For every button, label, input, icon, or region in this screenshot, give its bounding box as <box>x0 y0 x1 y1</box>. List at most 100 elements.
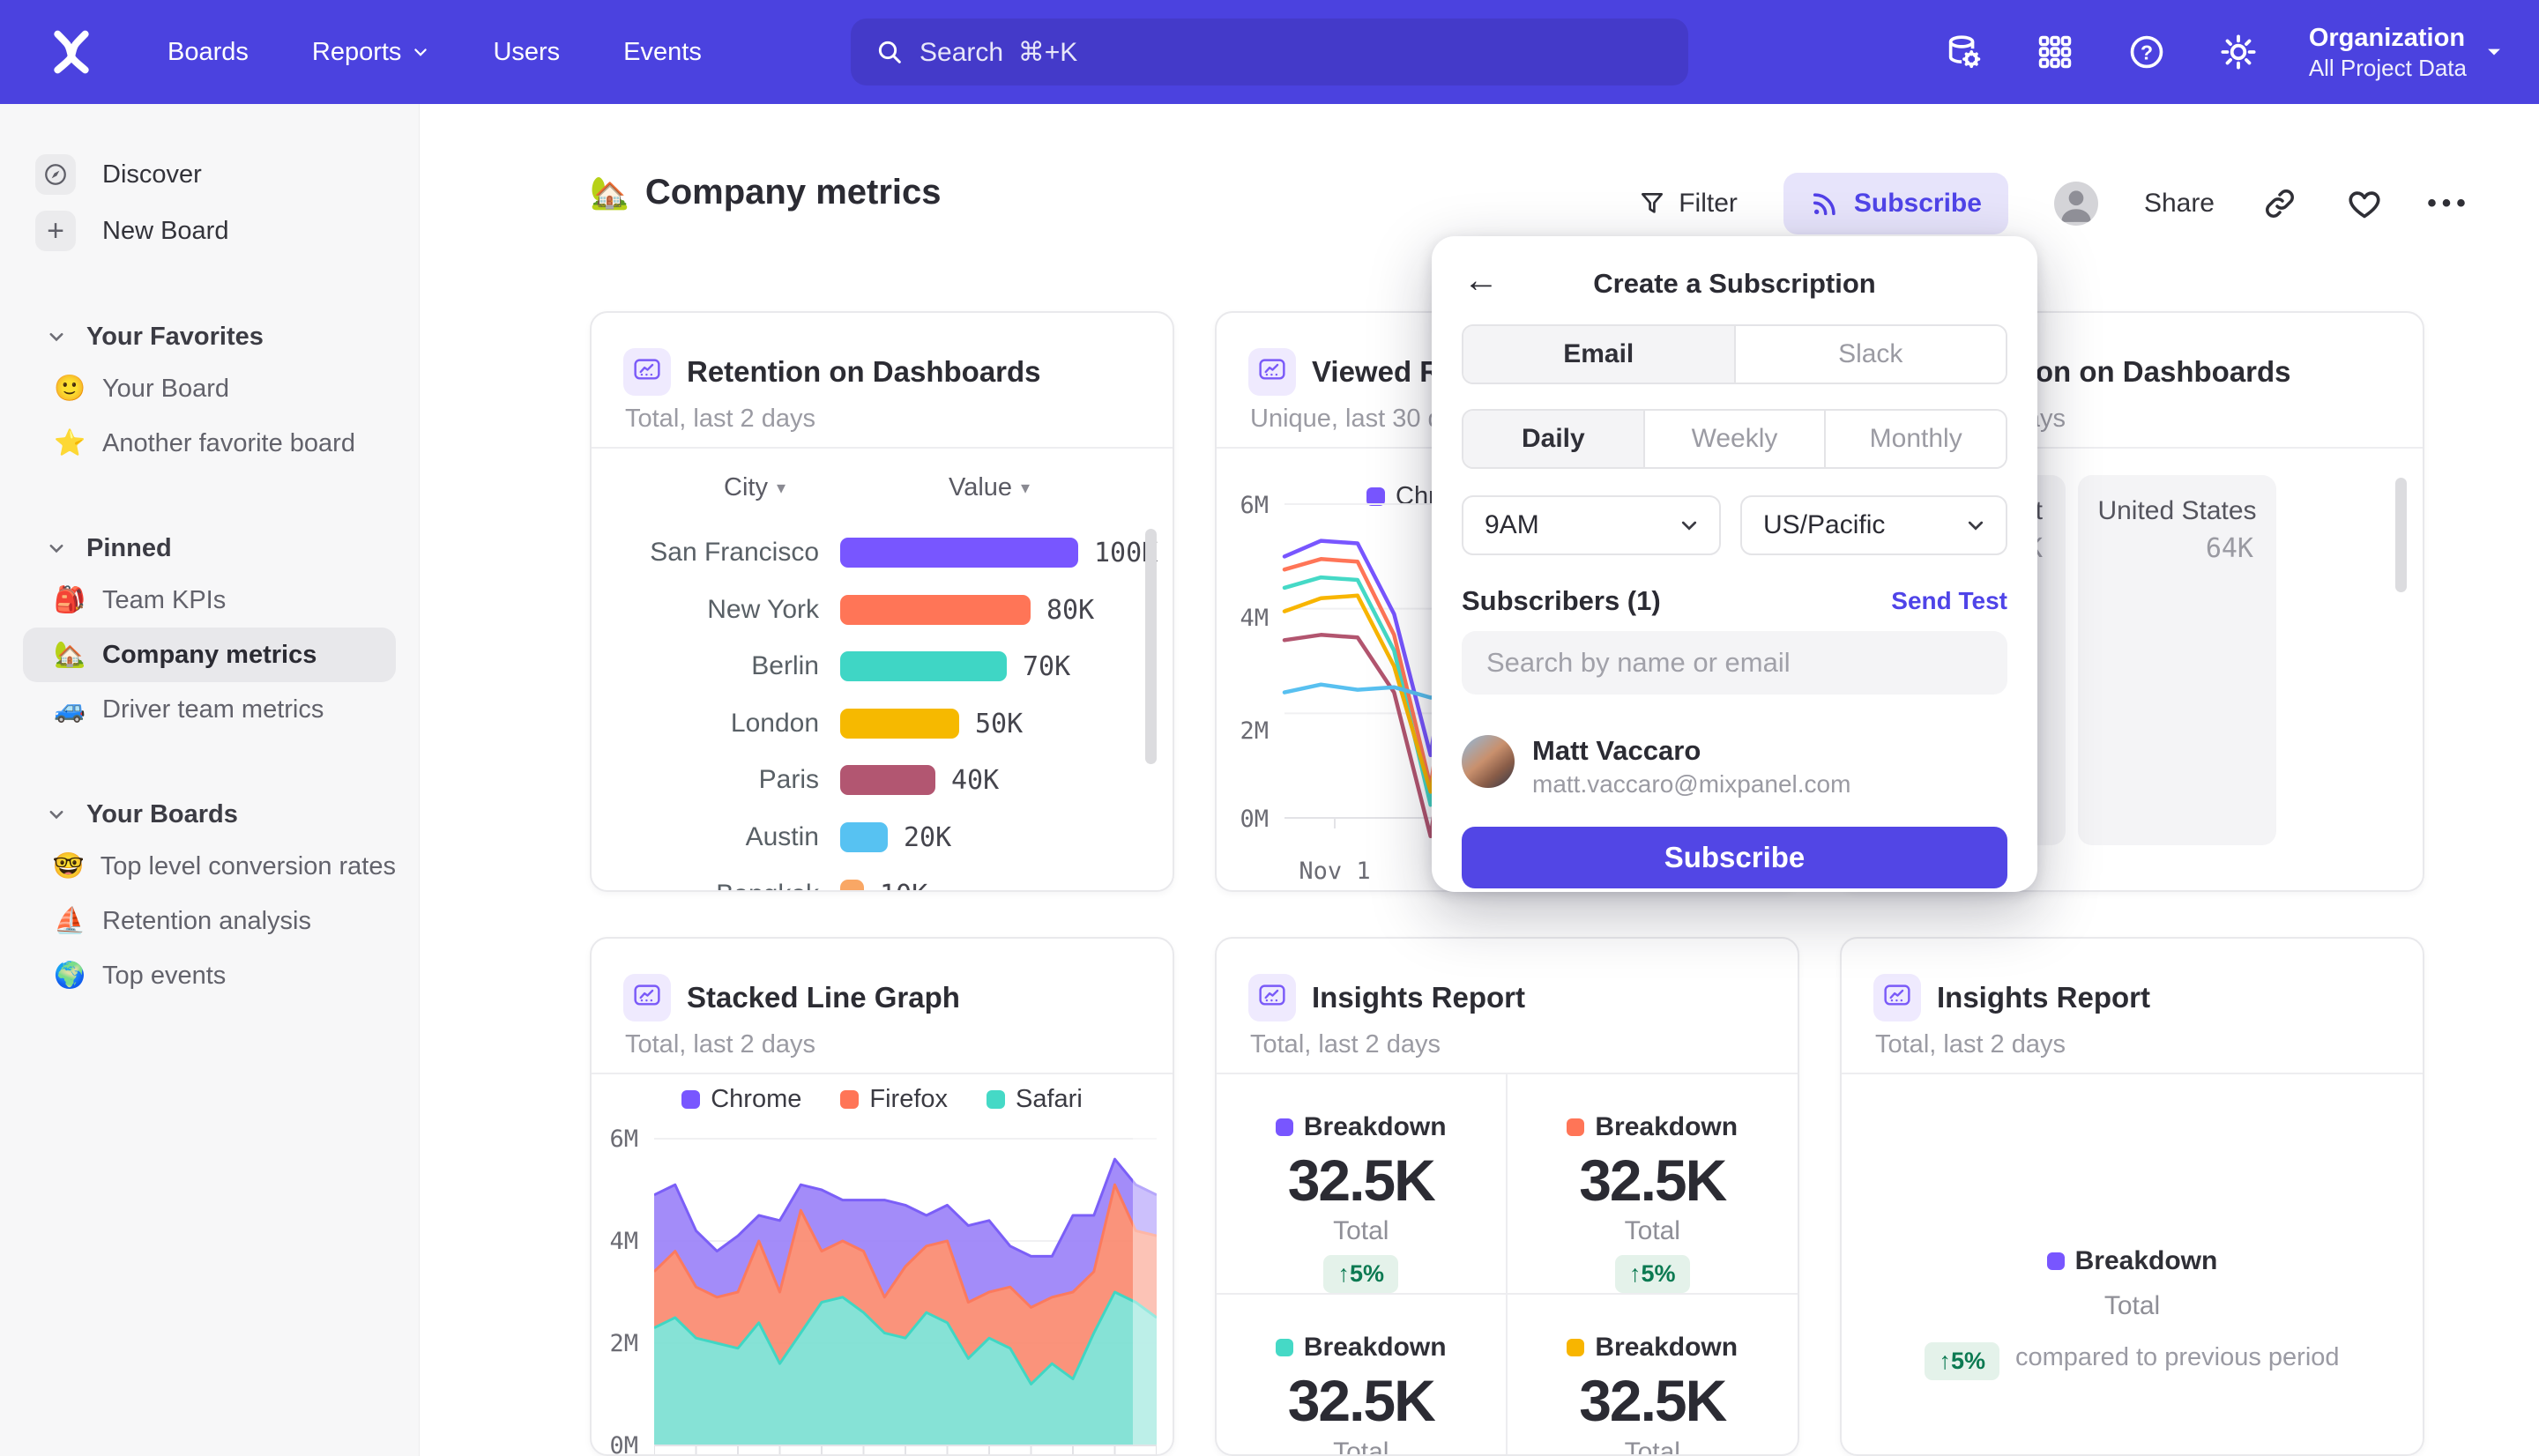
search-icon <box>875 38 904 66</box>
column-header-value[interactable]: Value▾ <box>949 473 1030 502</box>
favorite-heart-icon[interactable] <box>2345 184 2384 223</box>
svg-text:?: ? <box>2141 41 2153 63</box>
bar-segment[interactable] <box>840 651 1007 681</box>
bar-value: 50K <box>975 709 1023 739</box>
table-row-san-francisco[interactable]: San Francisco100K <box>623 524 1155 581</box>
card-subtitle: Total, last 2 days <box>625 1030 815 1059</box>
page-title: Company metrics <box>645 173 942 212</box>
sidebar-item-label: Retention analysis <box>102 907 311 936</box>
apps-grid-icon[interactable] <box>2034 31 2076 73</box>
report-icon <box>1248 348 1296 396</box>
nav-link-reports[interactable]: Reports <box>312 38 430 67</box>
tab-weekly[interactable]: Weekly <box>1645 411 1827 467</box>
rss-icon <box>1810 189 1840 219</box>
card-scrollbar[interactable] <box>2395 478 2407 592</box>
share-button[interactable]: Share <box>2144 189 2215 219</box>
sidebar-item-your-board[interactable]: 🙂Your Board <box>23 361 396 416</box>
sidebar-item-driver-team-metrics[interactable]: 🚙Driver team metrics <box>23 682 396 737</box>
bar-segment[interactable] <box>840 765 935 795</box>
sidebar-item-company-metrics[interactable]: 🏡Company metrics <box>23 628 396 682</box>
chevron-down-icon <box>47 539 66 558</box>
send-test-link[interactable]: Send Test <box>1891 587 2007 615</box>
bar-segment[interactable] <box>840 595 1031 625</box>
table-row-bangkok[interactable]: Bangkok10K <box>623 866 1155 892</box>
bar-segment[interactable] <box>840 880 864 892</box>
help-icon[interactable]: ? <box>2126 31 2168 73</box>
filter-funnel-icon <box>1638 189 1666 218</box>
card-scrollbar[interactable] <box>1145 529 1157 764</box>
board-emoji: 🤓 <box>49 851 88 881</box>
card-title: Insights Report <box>1937 981 2150 1014</box>
copy-link-icon[interactable] <box>2260 184 2299 223</box>
avatar[interactable] <box>2054 182 2098 226</box>
sidebar-item-retention-analysis[interactable]: ⛵Retention analysis <box>23 894 396 948</box>
sidebar-section-title: Your Favorites <box>86 323 264 352</box>
sidebar-item-new-board[interactable]: +New Board <box>23 203 396 259</box>
subscriber-search-input[interactable] <box>1462 631 2007 695</box>
card-subtitle: Total, last 2 days <box>1250 1030 1441 1059</box>
sidebar-item-top-events[interactable]: 🌍Top events <box>23 948 396 1003</box>
metric-label: Breakdown <box>1276 1332 1447 1363</box>
tab-daily[interactable]: Daily <box>1463 411 1645 467</box>
board-emoji: 🚙 <box>49 695 90 724</box>
bar-segment[interactable] <box>840 709 959 739</box>
table-row-austin[interactable]: Austin20K <box>623 809 1155 865</box>
modal-subscribe-button[interactable]: Subscribe <box>1462 827 2007 888</box>
sidebar-section-your-boards[interactable]: Your Boards <box>23 790 396 839</box>
board-emoji: 🌍 <box>49 961 90 991</box>
card-retention-on-dashboards: Retention on Dashboards Total, last 2 da… <box>590 311 1174 892</box>
nav-link-events[interactable]: Events <box>623 38 702 67</box>
nav-link-label: Events <box>623 38 702 67</box>
subscribe-button[interactable]: Subscribe <box>1783 173 2008 234</box>
timezone-select[interactable]: US/Pacific <box>1740 495 2007 555</box>
tab-slack[interactable]: Slack <box>1736 326 2007 383</box>
stacked-area-chart[interactable] <box>654 1121 1157 1456</box>
legend-firefox[interactable]: Firefox <box>840 1085 948 1114</box>
sidebar-item-another-favorite-board[interactable]: ⭐Another favorite board <box>23 416 396 471</box>
sidebar-item-discover[interactable]: Discover <box>23 146 396 203</box>
org-switcher[interactable]: Organization All Project Data <box>2309 22 2504 81</box>
nav-link-boards[interactable]: Boards <box>168 38 249 67</box>
delta-badge: ↑5% <box>1615 1255 1690 1293</box>
tab-monthly[interactable]: Monthly <box>1826 411 2006 467</box>
sidebar-section-your-favorites[interactable]: Your Favorites <box>23 312 396 361</box>
metric-cell-3[interactable]: Breakdown32.5KTotal↑5% <box>1508 1295 1798 1456</box>
table-row-paris[interactable]: Paris40K <box>623 752 1155 808</box>
chevron-down-icon <box>2484 42 2504 62</box>
column-header-city[interactable]: City▾ <box>724 473 786 502</box>
filter-button[interactable]: Filter <box>1638 189 1738 219</box>
table-row-new-york[interactable]: New York80K <box>623 582 1155 638</box>
table-row-london[interactable]: London50K <box>623 695 1155 752</box>
sidebar-item-label: Team KPIs <box>102 586 226 615</box>
mixpanel-logo[interactable] <box>49 30 93 74</box>
subscriber-row[interactable]: Matt Vaccaro matt.vaccaro@mixpanel.com <box>1462 735 2007 797</box>
legend-chrome[interactable]: Chrome <box>681 1085 801 1114</box>
bar-label: Austin <box>623 822 819 852</box>
metric-cell-united-states[interactable]: United States 64K <box>2078 475 2276 845</box>
search-input[interactable]: Search ⌘+K <box>851 19 1688 85</box>
sidebar-item-top-level-conversion-rates[interactable]: 🤓Top level conversion rates <box>23 839 396 894</box>
settings-gear-icon[interactable] <box>2217 31 2260 73</box>
tab-email[interactable]: Email <box>1463 326 1736 383</box>
more-options-button[interactable]: ••• <box>2430 184 2468 223</box>
bar-segment[interactable] <box>840 822 888 852</box>
chevron-down-icon <box>1679 515 1700 536</box>
table-row-berlin[interactable]: Berlin70K <box>623 638 1155 695</box>
metric-cell-2[interactable]: Breakdown32.5KTotal↑5% <box>1217 1295 1508 1456</box>
metric-cell-1[interactable]: Breakdown32.5KTotal↑5% <box>1508 1074 1798 1295</box>
data-management-icon[interactable] <box>1942 31 1984 73</box>
nav-link-users[interactable]: Users <box>493 38 560 67</box>
sidebar-item-team-kpis[interactable]: 🎒Team KPIs <box>23 573 396 628</box>
series-color-dot <box>1567 1339 1584 1356</box>
metric-cell-0[interactable]: Breakdown32.5KTotal↑5% <box>1217 1074 1508 1295</box>
bar-segment[interactable] <box>840 538 1078 568</box>
chevron-down-icon <box>1965 515 1986 536</box>
metric-label-text: Breakdown <box>1595 1112 1738 1142</box>
person-icon <box>2054 182 2098 226</box>
bar-value: 10K <box>880 880 927 892</box>
legend-safari[interactable]: Safari <box>987 1085 1083 1114</box>
sidebar-section-pinned[interactable]: Pinned <box>23 524 396 573</box>
metric-single: Breakdown Total ↑5% compared to previous… <box>1842 1245 2423 1380</box>
time-select[interactable]: 9AM <box>1462 495 1721 555</box>
series-color-dot <box>2047 1252 2065 1270</box>
